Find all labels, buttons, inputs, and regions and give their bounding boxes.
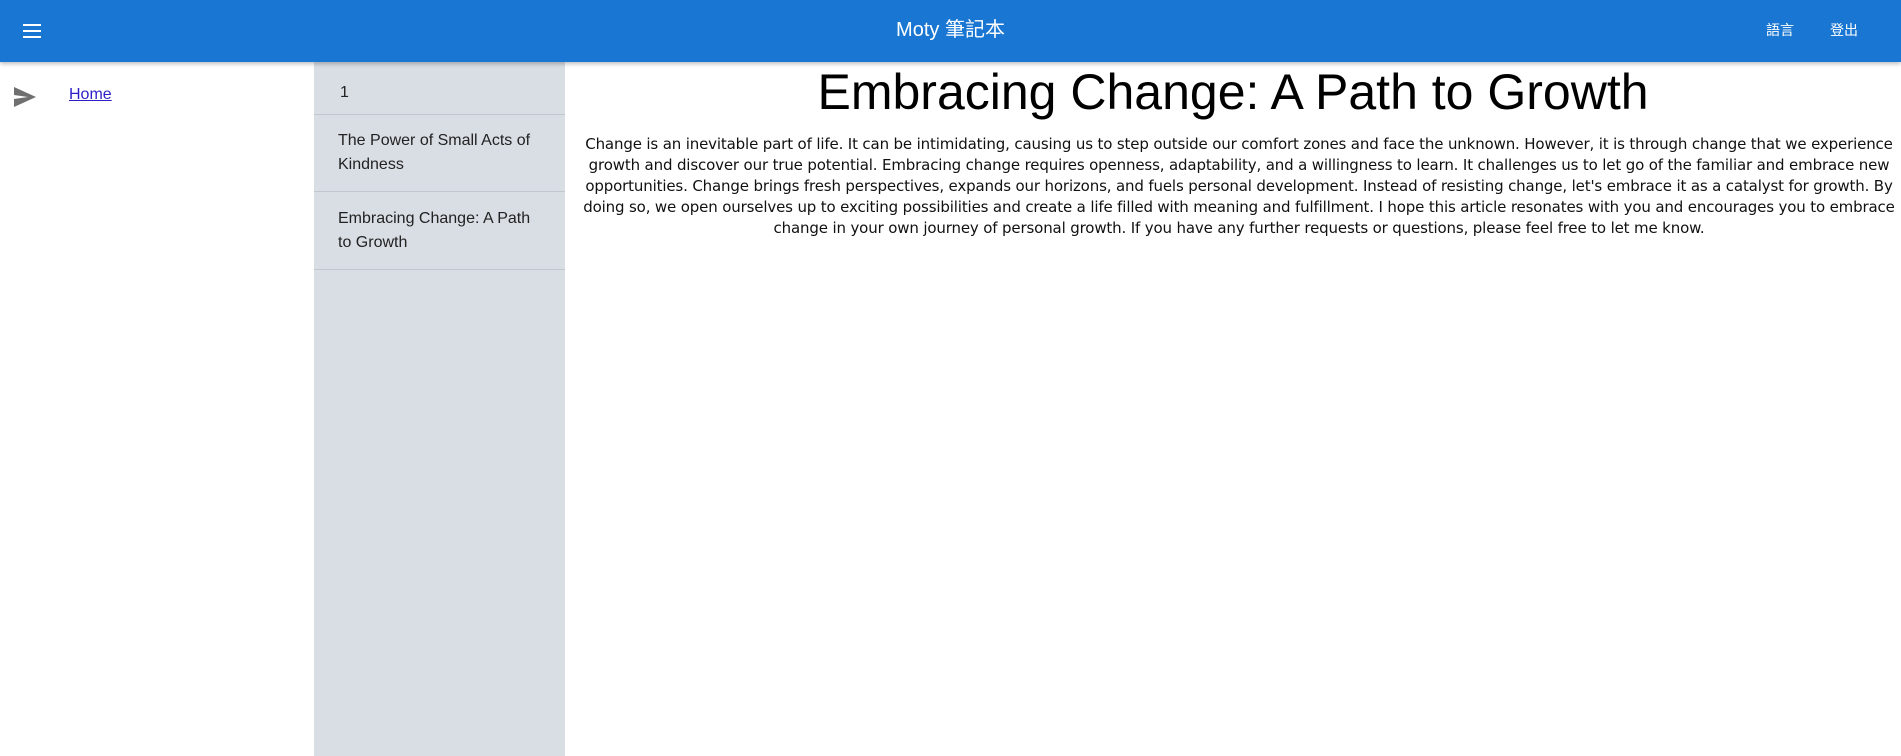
menu-button[interactable] [12, 11, 52, 51]
app-title: Moty 筆記本 [896, 19, 1005, 41]
note-title: The Power of Small Acts of Kindness [338, 132, 531, 173]
sidebar-item-home[interactable]: Home [0, 72, 314, 112]
article-content: Embracing Change: A Path to Growth Chang… [565, 62, 1901, 756]
language-button[interactable]: 語言 [1762, 18, 1798, 44]
article-body: Change is an inevitable part of life. It… [583, 135, 1895, 237]
send-icon [14, 87, 36, 107]
menu-icon [23, 24, 41, 38]
app-bar: Moty 筆記本 語言 登出 [0, 0, 1901, 62]
notes-list: 1 The Power of Small Acts of Kindness Em… [314, 62, 565, 756]
note-list-item[interactable]: Embracing Change: A Path to Growth [314, 192, 565, 270]
sidebar: Home [0, 62, 314, 756]
note-title: 1 [340, 84, 349, 101]
note-list-item[interactable]: 1 [314, 62, 565, 115]
sidebar-item-label[interactable]: Home [69, 86, 112, 104]
logout-button[interactable]: 登出 [1826, 18, 1862, 44]
note-title: Embracing Change: A Path to Growth [338, 209, 531, 251]
note-list-item[interactable]: The Power of Small Acts of Kindness [314, 115, 565, 192]
article-title: Embracing Change: A Path to Growth [817, 64, 1649, 120]
